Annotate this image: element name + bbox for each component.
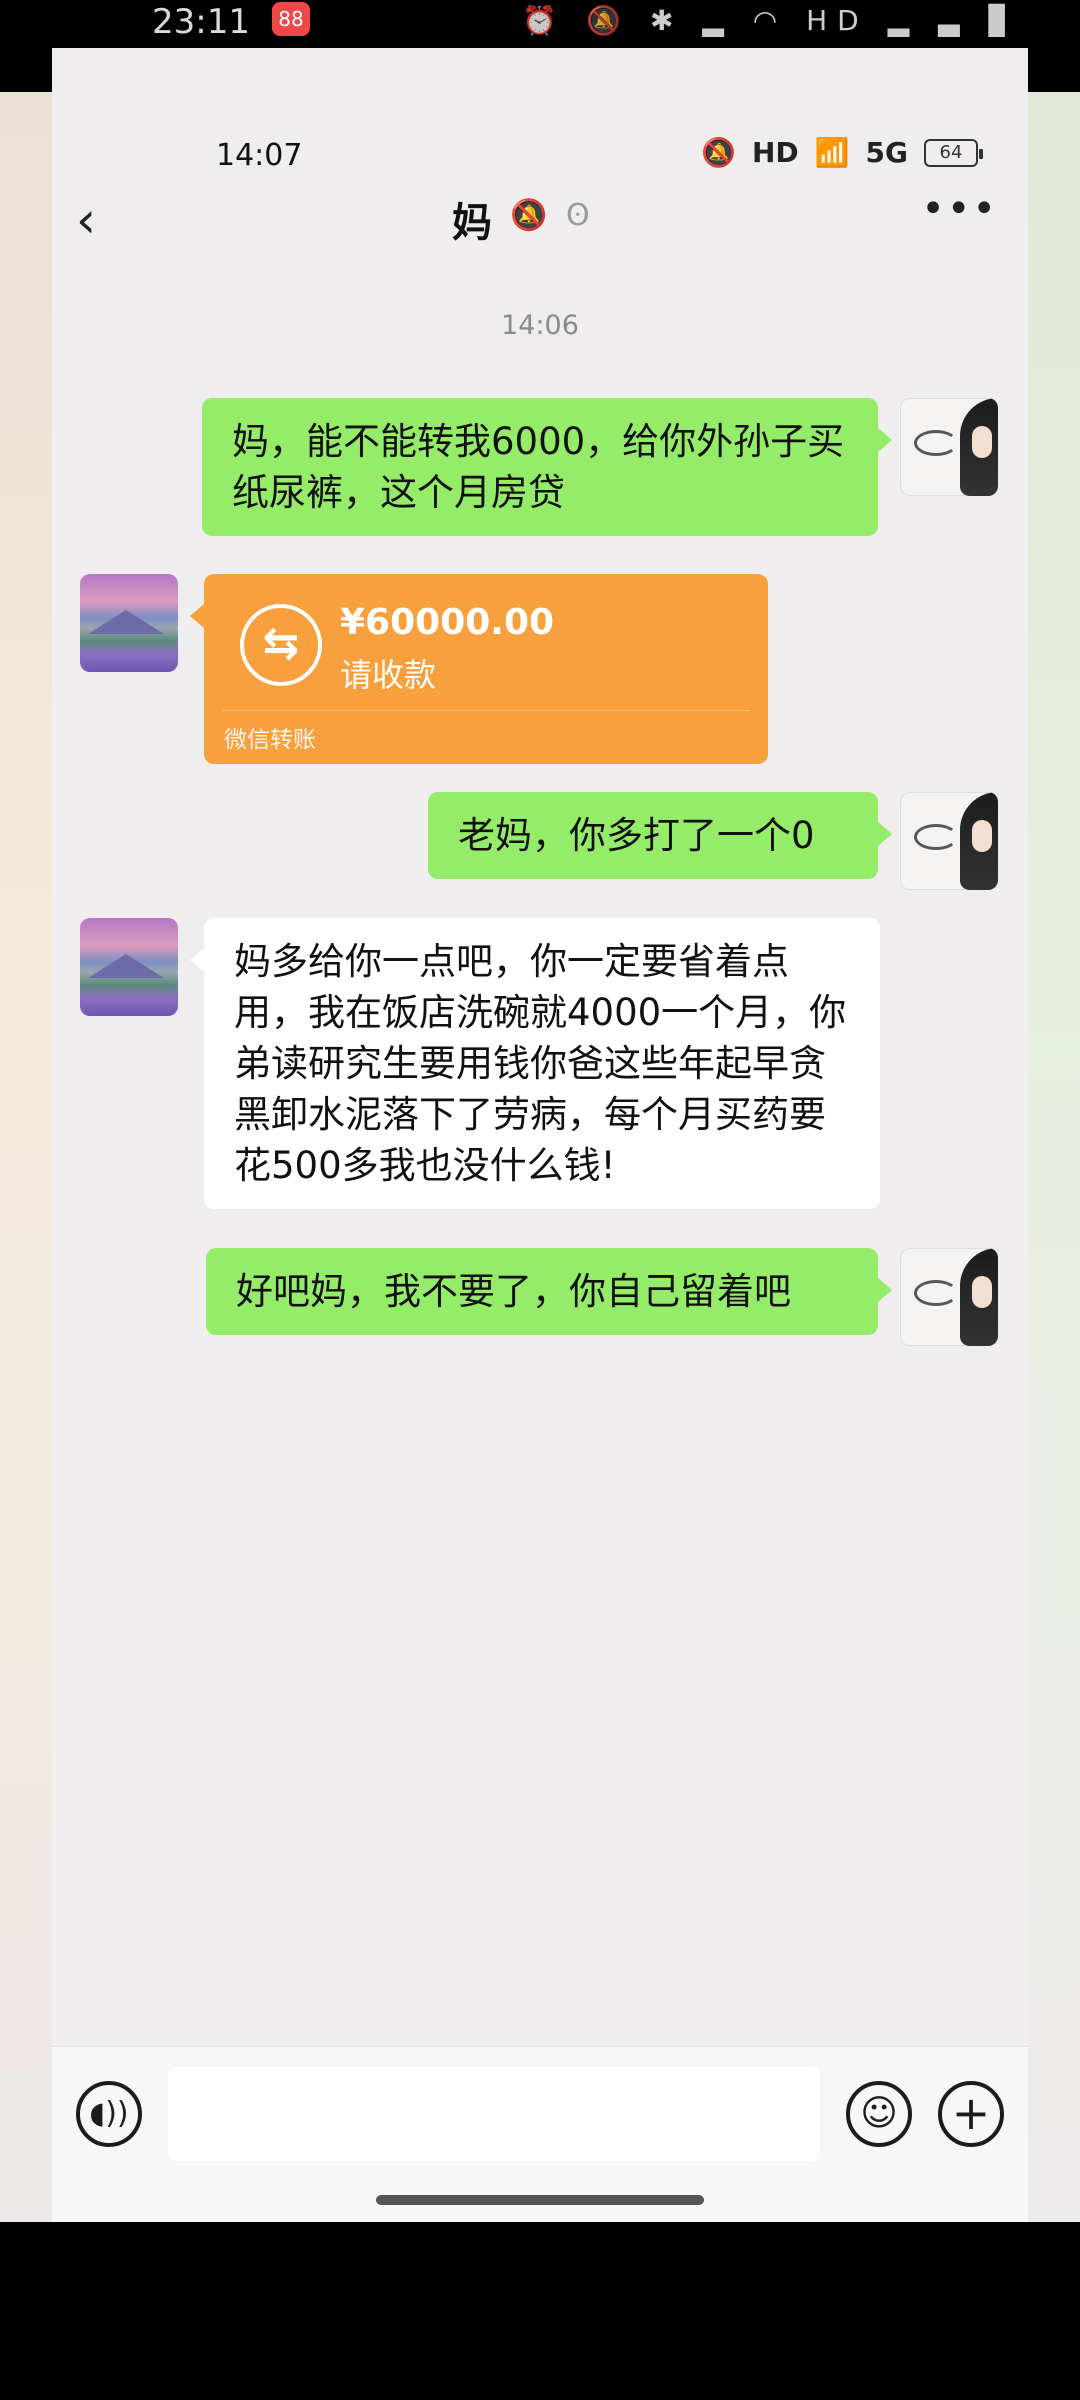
hd-icon: HD: [751, 136, 799, 169]
wifi-icon: 📶: [814, 136, 850, 169]
background-right: [1028, 92, 1080, 2222]
message-bubble-self[interactable]: 老妈，你多打了一个0: [428, 792, 892, 879]
chat-screen: 14:07 🔕 HD 📶 5G 64 ‹ 妈 🔕 ʘ ••• 14:06 妈，能…: [52, 48, 1028, 2222]
outer-app-icon: 88: [272, 2, 310, 36]
earpiece-icon: ʘ: [566, 198, 590, 233]
outer-clock: 23:11: [152, 2, 250, 42]
mute-status-icon: 🔕: [701, 136, 736, 169]
mute-icon: 🔕: [510, 198, 548, 233]
outer-status-icons: ⏰ 🔕 ✱ ▂ ◠ HD ▂ ▃ ▊: [522, 4, 1020, 37]
emoji-button[interactable]: ☺: [846, 2081, 912, 2147]
transfer-amount: ¥60000.00: [340, 602, 555, 643]
background-left: [0, 92, 52, 2222]
more-options-button[interactable]: •••: [921, 186, 998, 232]
input-bar: ◖)) ☺ +: [52, 2046, 1028, 2222]
transfer-card[interactable]: ⇆ ¥60000.00 请收款 微信转账: [190, 574, 768, 764]
transfer-exchange-icon: ⇆: [240, 604, 322, 686]
mom-avatar[interactable]: [80, 574, 178, 672]
status-bar: 14:07 🔕 HD 📶 5G 64: [52, 92, 1028, 173]
recording-bottom-bar: [0, 2222, 1080, 2400]
message-bubble-self[interactable]: 好吧妈，我不要了，你自己留着吧: [206, 1248, 892, 1335]
transfer-status: 请收款: [340, 656, 437, 694]
self-avatar[interactable]: [900, 1248, 998, 1346]
message-timestamp: 14:06: [501, 310, 579, 341]
message-bubble-mom[interactable]: 妈多给你一点吧，你一定要省着点用，我在饭店洗碗就4000一个月，你弟读研究生要用…: [190, 918, 880, 1209]
message-input[interactable]: [168, 2067, 820, 2161]
status-icons: 🔕 HD 📶 5G 64: [701, 136, 983, 169]
message-bubble-self[interactable]: 妈，能不能转我6000，给你外孙子买纸尿裤，这个月房贷: [202, 398, 892, 536]
voice-input-button[interactable]: ◖)): [76, 2081, 142, 2147]
self-avatar[interactable]: [900, 792, 998, 890]
home-indicator[interactable]: [376, 2195, 704, 2205]
back-button[interactable]: ‹: [76, 190, 136, 250]
more-actions-button[interactable]: +: [938, 2081, 1004, 2147]
transfer-divider: [222, 710, 750, 711]
chat-header: ‹ 妈 🔕 ʘ •••: [52, 168, 1028, 278]
self-avatar[interactable]: [900, 398, 998, 496]
transfer-label: 微信转账: [224, 727, 316, 753]
signal-5g-icon: 5G: [865, 136, 908, 169]
mom-avatar[interactable]: [80, 918, 178, 1016]
battery-icon: 64: [924, 138, 983, 167]
recording-top-bar: 23:11 88 ⏰ 🔕 ✱ ▂ ◠ HD ▂ ▃ ▊: [0, 0, 1080, 48]
chat-title: 妈: [452, 200, 492, 246]
